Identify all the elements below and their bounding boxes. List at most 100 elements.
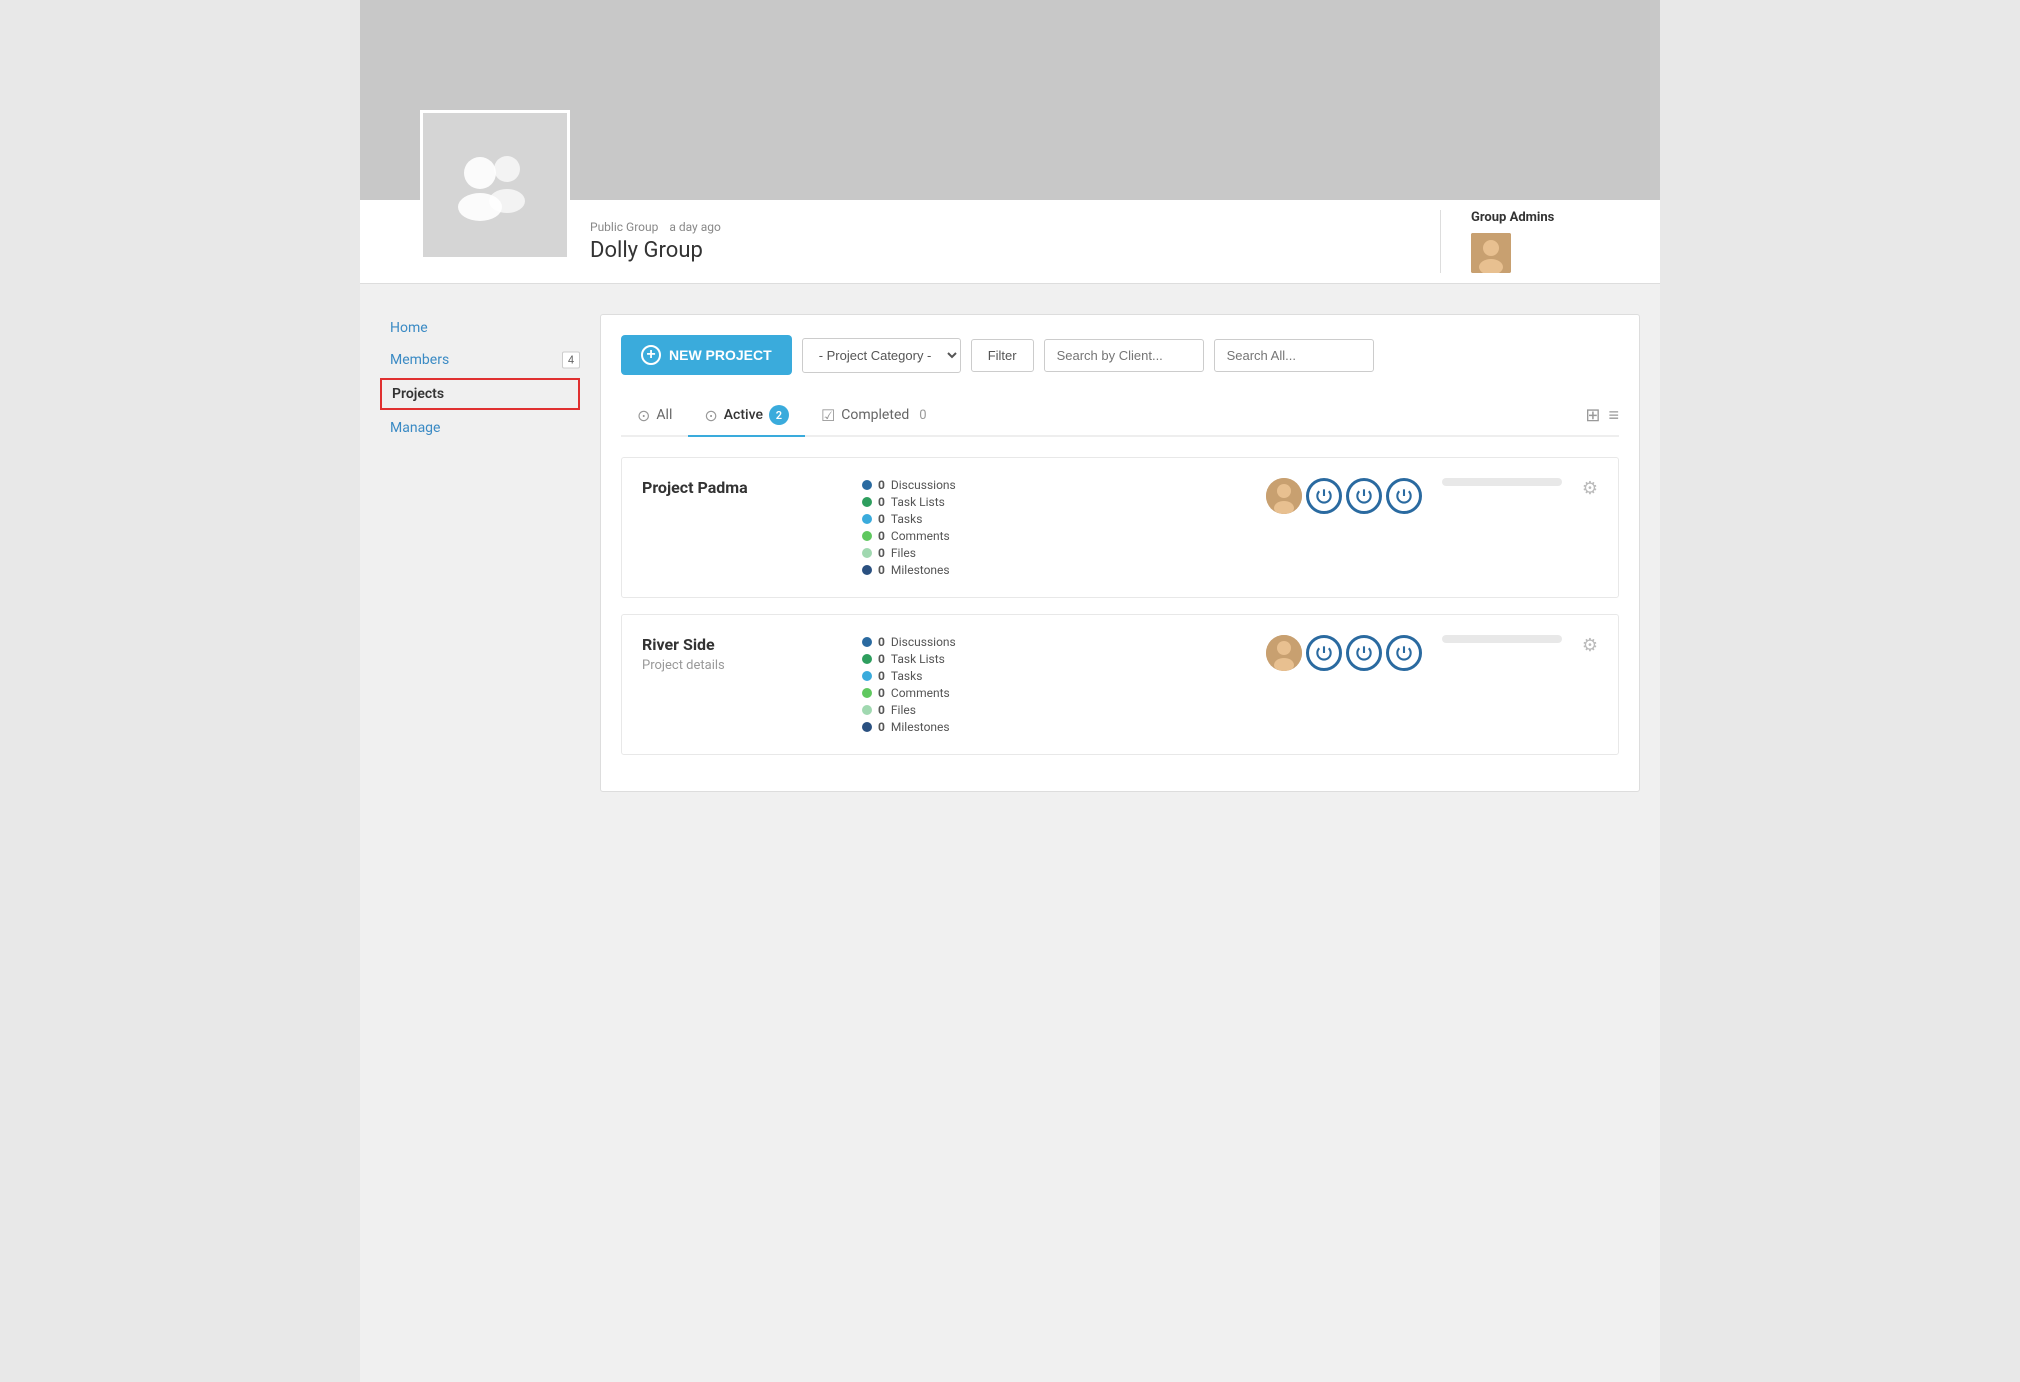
project-members [1266,635,1422,671]
stat-dot [862,722,872,732]
member-thumbnail [1266,478,1302,514]
search-client-input[interactable] [1044,339,1204,372]
project-list: Project Padma 0 Discussions 0 Task Lists… [621,457,1619,755]
stat-label: Discussions [891,478,956,492]
tab-completed[interactable]: ☑ Completed 0 [805,396,943,437]
project-name: Project Padma [642,478,842,497]
completed-badge: 0 [919,408,926,423]
stat-label: Task Lists [891,495,945,509]
power-button-3[interactable] [1386,635,1422,671]
stat-item: 0 Files [862,546,1246,560]
project-card: Project Padma 0 Discussions 0 Task Lists… [621,457,1619,598]
group-avatar [420,110,570,260]
stat-item: 0 Milestones [862,563,1246,577]
stat-count: 0 [878,529,885,543]
stat-dot [862,637,872,647]
all-icon: ⊙ [637,406,650,425]
power-button-1[interactable] [1306,478,1342,514]
stat-dot [862,565,872,575]
sidebar-item-home[interactable]: Home [380,314,580,342]
stat-item: 0 Comments [862,529,1246,543]
grid-view-button[interactable]: ⊞ [1585,405,1600,426]
stat-item: 0 Discussions [862,635,1246,649]
group-meta-line: Public Group a day ago [590,220,1440,234]
project-settings-button[interactable]: ⚙ [1582,478,1598,499]
stat-count: 0 [878,512,885,526]
category-select[interactable]: - Project Category - [802,338,961,373]
group-name: Dolly Group [590,238,1440,263]
stat-label: Files [891,546,916,560]
power-button-1[interactable] [1306,635,1342,671]
project-progress [1442,635,1562,643]
group-admins-title: Group Admins [1471,210,1554,225]
stat-item: 0 Discussions [862,478,1246,492]
search-all-input[interactable] [1214,339,1374,372]
stat-label: Tasks [891,512,923,526]
stat-count: 0 [878,703,885,717]
project-settings-button[interactable]: ⚙ [1582,635,1598,656]
sidebar: Home Members 4 Projects Manage [380,314,580,792]
list-view-button[interactable]: ≡ [1608,405,1619,426]
project-stats: 0 Discussions 0 Task Lists 0 Tasks 0 Com… [862,635,1246,734]
stat-item: 0 Task Lists [862,652,1246,666]
page-wrapper: Public Group a day ago Dolly Group Group… [360,0,1660,1382]
projects-panel: + NEW PROJECT - Project Category - Filte… [600,314,1640,792]
tab-all-label: All [656,407,672,423]
stat-count: 0 [878,686,885,700]
stat-dot [862,531,872,541]
sidebar-item-manage[interactable]: Manage [380,414,580,442]
stat-item: 0 Tasks [862,512,1246,526]
stat-label: Files [891,703,916,717]
stat-label: Task Lists [891,652,945,666]
power-button-2[interactable] [1346,478,1382,514]
stat-count: 0 [878,669,885,683]
project-members [1266,478,1422,514]
stat-count: 0 [878,635,885,649]
stat-dot [862,548,872,558]
stat-dot [862,497,872,507]
project-name: River Side [642,635,842,654]
stat-item: 0 Files [862,703,1246,717]
stat-item: 0 Task Lists [862,495,1246,509]
stat-dot [862,514,872,524]
new-project-button[interactable]: + NEW PROJECT [621,335,792,375]
project-card: River Side Project details 0 Discussions… [621,614,1619,755]
stat-item: 0 Milestones [862,720,1246,734]
power-button-3[interactable] [1386,478,1422,514]
stat-count: 0 [878,546,885,560]
filter-button[interactable]: Filter [971,339,1034,372]
tabs: ⊙ All ⊙ Active 2 ☑ Completed 0 ⊞ ≡ [621,395,1619,437]
sidebar-item-projects[interactable]: Projects [380,378,580,410]
sidebar-link-home[interactable]: Home [380,314,580,342]
project-info: Project Padma [642,478,842,501]
group-time-ago: a day ago [669,220,720,234]
project-progress [1442,478,1562,486]
tab-active[interactable]: ⊙ Active 2 [688,395,805,437]
tab-completed-label: Completed [841,407,909,423]
admin-avatar [1471,233,1511,273]
progress-bar [1442,478,1562,486]
group-admins-section: Group Admins [1440,210,1640,273]
tab-active-label: Active [724,407,763,423]
stat-count: 0 [878,478,885,492]
stat-item: 0 Tasks [862,669,1246,683]
power-button-2[interactable] [1346,635,1382,671]
sidebar-link-manage[interactable]: Manage [380,414,580,442]
tab-all[interactable]: ⊙ All [621,396,688,437]
group-banner [360,0,1660,200]
active-badge: 2 [769,405,789,425]
main-content: Home Members 4 Projects Manage + [360,284,1660,822]
group-meta: Public Group a day ago Dolly Group [590,220,1440,263]
stat-label: Milestones [891,563,950,577]
member-thumbnail [1266,635,1302,671]
stat-label: Discussions [891,635,956,649]
sidebar-link-members[interactable]: Members [380,346,580,374]
sidebar-link-projects[interactable]: Projects [380,378,580,410]
stat-dot [862,671,872,681]
stat-count: 0 [878,720,885,734]
sidebar-item-members[interactable]: Members 4 [380,346,580,374]
stat-label: Milestones [891,720,950,734]
stat-dot [862,688,872,698]
check-icon: ☑ [821,406,835,425]
project-info: River Side Project details [642,635,842,673]
